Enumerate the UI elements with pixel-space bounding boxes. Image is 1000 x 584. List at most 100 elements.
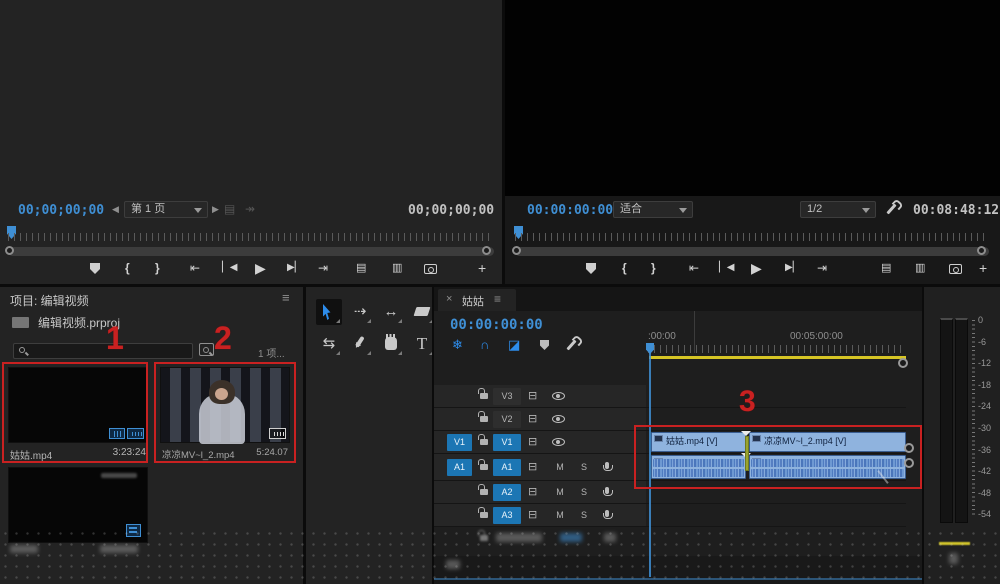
sync-lock-icon[interactable]: ⊟: [528, 391, 537, 401]
program-ruler[interactable]: [515, 233, 989, 241]
go-to-in-icon[interactable]: ⇤: [190, 258, 200, 278]
snap-icon[interactable]: ∩: [480, 337, 489, 352]
mark-in-icon[interactable]: {: [622, 258, 627, 278]
track-visibility-icon[interactable]: [552, 392, 565, 400]
lock-icon[interactable]: [480, 416, 488, 422]
sync-lock-icon[interactable]: ⊟: [528, 437, 537, 447]
program-timecode[interactable]: 00:00:00:00: [527, 203, 613, 218]
source-scroll-knob-right[interactable]: [482, 246, 491, 255]
track-select-forward-tool[interactable]: ⇢: [347, 299, 373, 325]
source-patch-video[interactable]: V1: [447, 434, 472, 451]
search-input[interactable]: [13, 343, 193, 359]
volume-slider-blurred[interactable]: [939, 542, 970, 545]
step-forward-icon[interactable]: ▶▏: [785, 258, 800, 278]
export-frame-icon[interactable]: [424, 264, 437, 274]
add-marker-icon[interactable]: [90, 263, 100, 274]
voiceover-mic-icon[interactable]: [605, 487, 609, 494]
drag-video-icon[interactable]: ↠: [245, 202, 255, 216]
mark-in-icon[interactable]: {: [125, 258, 130, 278]
timeline-timecode[interactable]: 00:00:00:00: [450, 317, 543, 333]
mute-button[interactable]: M: [552, 460, 568, 474]
add-marker-icon[interactable]: [586, 263, 596, 274]
lock-icon[interactable]: [480, 512, 488, 518]
slip-tool[interactable]: ⇆: [316, 331, 342, 357]
slider-handle-blurred[interactable]: [949, 553, 958, 564]
sync-lock-icon[interactable]: ⊟: [528, 487, 537, 497]
timeline-ruler[interactable]: [648, 345, 906, 353]
track-target-v1[interactable]: V1: [493, 434, 521, 451]
selection-tool[interactable]: [316, 299, 342, 325]
sync-lock-icon[interactable]: ⊟: [528, 510, 537, 520]
insert-as-nest-icon[interactable]: ❄: [452, 337, 463, 353]
go-to-in-icon[interactable]: ⇤: [689, 258, 699, 278]
razor-tool[interactable]: [409, 299, 432, 325]
lock-icon[interactable]: [480, 489, 488, 495]
lock-icon[interactable]: [480, 464, 488, 470]
sync-lock-icon[interactable]: ⊟: [528, 462, 537, 472]
track-target-a3[interactable]: A3: [493, 507, 521, 524]
go-to-out-icon[interactable]: ⇥: [817, 258, 827, 278]
prev-page-icon[interactable]: ◀: [112, 204, 119, 215]
voiceover-mic-icon[interactable]: [605, 462, 609, 469]
program-zoom-scrollbar[interactable]: [515, 247, 989, 256]
source-scroll-knob-left[interactable]: [5, 246, 14, 255]
panel-menu-icon[interactable]: ≡: [494, 292, 501, 306]
step-back-icon[interactable]: ▏◀: [719, 258, 734, 278]
panel-menu-icon[interactable]: ≡: [282, 290, 290, 305]
next-page-icon[interactable]: ▶: [212, 204, 219, 215]
zoom-level-dropdown[interactable]: 适合: [613, 201, 693, 218]
lock-icon[interactable]: [480, 535, 488, 541]
pen-tool[interactable]: [347, 331, 373, 357]
track-visibility-icon[interactable]: [552, 438, 565, 446]
track-target-a2[interactable]: A2: [493, 484, 521, 501]
project-item-thumbnail-sequence[interactable]: [8, 467, 148, 543]
ruler-scroll-knob[interactable]: [898, 358, 908, 368]
go-to-out-icon[interactable]: ⇥: [318, 258, 328, 278]
add-marker-icon[interactable]: [540, 340, 549, 350]
track-content-a3[interactable]: [646, 504, 906, 527]
track-content-v3[interactable]: [646, 385, 906, 408]
track-target-v3[interactable]: V3: [493, 388, 521, 405]
horizontal-scrollbar[interactable]: [434, 578, 922, 580]
mark-out-icon[interactable]: }: [155, 258, 160, 278]
linked-selection-icon[interactable]: ◪: [508, 337, 520, 353]
add-button-icon[interactable]: +: [478, 258, 486, 278]
solo-button[interactable]: S: [576, 485, 592, 499]
step-back-icon[interactable]: ▏◀: [222, 258, 237, 278]
mark-out-icon[interactable]: }: [651, 258, 656, 278]
solo-button[interactable]: S: [576, 508, 592, 522]
play-icon[interactable]: ▶: [255, 258, 266, 278]
ripple-edit-tool[interactable]: ↔: [378, 299, 404, 325]
tab-sequence[interactable]: × 姑姑 ≡: [438, 289, 516, 311]
work-area-bar[interactable]: [649, 356, 906, 359]
source-zoom-scrollbar[interactable]: [8, 247, 494, 256]
source-timecode[interactable]: 00;00;00;00: [18, 203, 104, 218]
source-ruler[interactable]: [8, 233, 494, 241]
timeline-settings-icon[interactable]: [566, 340, 576, 351]
sync-lock-icon[interactable]: ⊟: [528, 414, 537, 424]
extract-icon[interactable]: ▥: [915, 258, 925, 278]
lock-icon[interactable]: [480, 439, 488, 445]
track-visibility-icon[interactable]: [552, 415, 565, 423]
overwrite-icon[interactable]: ▥: [392, 258, 402, 278]
settings-grid-icon[interactable]: ▤: [224, 202, 235, 216]
track-target-a1[interactable]: A1: [493, 459, 521, 476]
mute-button[interactable]: M: [552, 508, 568, 522]
export-frame-icon[interactable]: [949, 264, 962, 274]
program-scroll-knob-left[interactable]: [512, 246, 521, 255]
settings-wrench-icon[interactable]: [886, 204, 896, 215]
add-button-icon[interactable]: +: [979, 258, 987, 278]
lock-icon[interactable]: [480, 393, 488, 399]
voiceover-mic-icon[interactable]: [605, 510, 609, 517]
lift-icon[interactable]: ▤: [881, 258, 891, 278]
step-forward-icon[interactable]: ▶▏: [287, 258, 302, 278]
play-icon[interactable]: ▶: [751, 258, 762, 278]
solo-button[interactable]: S: [576, 460, 592, 474]
type-tool[interactable]: T: [409, 331, 432, 357]
source-patch-audio[interactable]: A1: [447, 459, 472, 476]
insert-icon[interactable]: ▤: [356, 258, 366, 278]
close-icon[interactable]: ×: [446, 293, 452, 305]
mute-button[interactable]: M: [552, 485, 568, 499]
page-selector-dropdown[interactable]: 第 1 页: [124, 201, 208, 218]
hand-tool[interactable]: [378, 331, 404, 357]
